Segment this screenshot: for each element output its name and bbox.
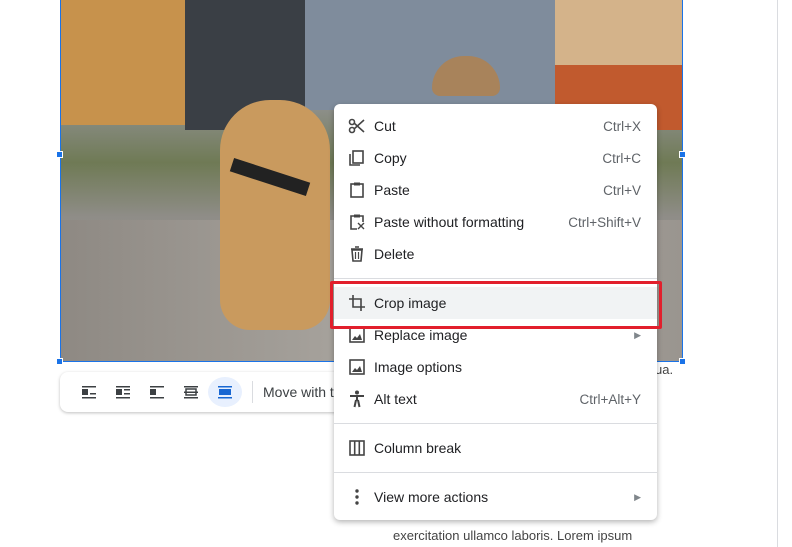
toolbar-divider — [252, 381, 253, 403]
menu-item-image-options[interactable]: Image options — [334, 351, 657, 383]
menu-item-view-more-actions[interactable]: View more actions ▶ — [334, 481, 657, 513]
crop-icon — [348, 294, 366, 312]
submenu-arrow-icon: ▶ — [634, 329, 641, 340]
copy-icon — [348, 149, 366, 167]
in-front-of-text-icon — [218, 386, 232, 399]
menu-item-replace-image[interactable]: Replace image ▶ — [334, 319, 657, 351]
menu-item-label: Copy — [374, 150, 407, 166]
shortcut-label: Ctrl+Alt+Y — [579, 391, 641, 407]
move-with-text-option[interactable]: Move with t — [263, 384, 334, 400]
inline-icon — [82, 386, 96, 399]
break-text-button[interactable] — [140, 377, 174, 407]
behind-text-icon — [184, 386, 198, 399]
menu-item-column-break[interactable]: Column break — [334, 432, 657, 464]
image-icon — [348, 326, 366, 344]
menu-separator — [334, 472, 657, 473]
menu-item-paste[interactable]: Paste Ctrl+V — [334, 174, 657, 206]
menu-item-alt-text[interactable]: Alt text Ctrl+Alt+Y — [334, 383, 657, 415]
menu-item-label: Delete — [374, 246, 415, 262]
doc-text: ua. — [655, 362, 674, 377]
menu-item-delete[interactable]: Delete — [334, 238, 657, 270]
menu-item-label: Image options — [374, 359, 462, 375]
menu-item-crop-image[interactable]: Crop image — [334, 287, 657, 319]
menu-item-label: Column break — [374, 440, 462, 456]
resize-handle[interactable] — [679, 358, 686, 365]
shortcut-label: Ctrl+Shift+V — [568, 214, 641, 230]
menu-item-label: Paste without formatting — [374, 214, 525, 230]
clipboard-icon — [348, 181, 366, 199]
menu-item-label: Paste — [374, 182, 410, 198]
menu-item-label: Alt text — [374, 391, 417, 407]
menu-item-label: Crop image — [374, 295, 447, 311]
menu-item-label: Cut — [374, 118, 396, 134]
resize-handle[interactable] — [679, 151, 686, 158]
menu-item-copy[interactable]: Copy Ctrl+C — [334, 142, 657, 174]
break-text-icon — [150, 386, 164, 399]
resize-handle[interactable] — [56, 358, 63, 365]
wrap-inline-button[interactable] — [72, 377, 106, 407]
scissors-icon — [348, 117, 366, 135]
context-menu: Cut Ctrl+X Copy Ctrl+C Paste Ctrl+V Paste with… — [334, 104, 657, 520]
shortcut-label: Ctrl+C — [602, 150, 641, 166]
resize-handle[interactable] — [56, 151, 63, 158]
in-front-of-text-button[interactable] — [208, 377, 242, 407]
menu-item-cut[interactable]: Cut Ctrl+X — [334, 110, 657, 142]
more-vert-icon — [348, 488, 366, 506]
page-edge — [777, 0, 778, 547]
accessibility-icon — [348, 390, 366, 408]
menu-separator — [334, 423, 657, 424]
menu-item-paste-without-formatting[interactable]: Paste without formatting Ctrl+Shift+V — [334, 206, 657, 238]
behind-text-button[interactable] — [174, 377, 208, 407]
menu-item-label: Replace image — [374, 327, 468, 343]
wrap-text-button[interactable] — [106, 377, 140, 407]
paste-plain-icon — [348, 213, 366, 231]
menu-item-label: View more actions — [374, 489, 489, 505]
wrap-text-icon — [116, 386, 130, 399]
submenu-arrow-icon: ▶ — [634, 491, 641, 502]
trash-icon — [348, 245, 366, 263]
shortcut-label: Ctrl+X — [603, 118, 641, 134]
shortcut-label: Ctrl+V — [603, 182, 641, 198]
image-icon — [348, 358, 366, 376]
doc-text: exercitation ullamco laboris. Lorem ipsu… — [393, 528, 633, 543]
columns-icon — [348, 439, 366, 457]
image-toolbar: Move with t — [60, 372, 360, 412]
menu-separator — [334, 278, 657, 279]
